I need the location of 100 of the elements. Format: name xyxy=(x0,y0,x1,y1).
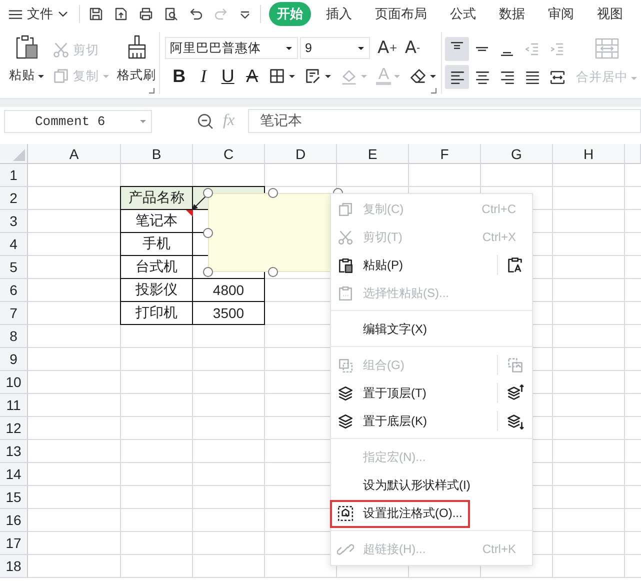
row-header[interactable]: 4 xyxy=(0,233,28,256)
menu-item[interactable]: 设置批注格式(O)... xyxy=(331,499,532,527)
file-menu[interactable]: 文件 xyxy=(6,2,71,26)
column-header[interactable]: C xyxy=(193,144,265,164)
indent-icon xyxy=(549,41,565,57)
row-header[interactable]: 18 xyxy=(0,555,28,578)
ribbon-tab[interactable]: 审阅 xyxy=(540,2,582,26)
align-left-button[interactable] xyxy=(445,65,469,89)
row-header[interactable]: 7 xyxy=(0,302,28,325)
caret-icon xyxy=(357,45,365,51)
name-box[interactable]: Comment 6 xyxy=(4,110,152,132)
column-header[interactable]: D xyxy=(265,144,337,164)
caret-icon xyxy=(285,45,293,51)
paste-button[interactable]: 粘贴 xyxy=(6,32,48,94)
cell-style-icon xyxy=(304,67,322,85)
copy-icon xyxy=(337,200,354,218)
dialog-launcher-icon[interactable] xyxy=(148,87,155,94)
comment-format-icon xyxy=(337,504,354,522)
row-header[interactable]: 17 xyxy=(0,532,28,555)
underline-button[interactable]: U xyxy=(216,64,240,88)
ribbon-tab[interactable]: 数据 xyxy=(491,2,533,26)
shortcut-text: Ctrl+X xyxy=(482,229,516,246)
row-header[interactable]: 11 xyxy=(0,394,28,417)
column-header[interactable]: B xyxy=(121,144,193,164)
column-header[interactable]: A xyxy=(28,144,121,164)
caret-icon xyxy=(392,73,401,79)
caret-icon xyxy=(288,73,296,79)
menu-item[interactable]: 编辑文字(X) xyxy=(331,315,532,343)
row-header[interactable]: 13 xyxy=(0,440,28,463)
save-icon[interactable] xyxy=(88,6,104,22)
grow-font-button[interactable]: A$^{+}$ xyxy=(375,36,400,60)
column-header[interactable]: H xyxy=(553,144,625,164)
table-cell: 手机 xyxy=(120,233,193,256)
row-header[interactable]: 6 xyxy=(0,279,28,302)
print-icon[interactable] xyxy=(138,6,154,22)
table-cell: 打印机 xyxy=(120,302,193,325)
paste-text-icon[interactable] xyxy=(506,256,524,274)
italic-button[interactable]: I xyxy=(191,64,216,88)
layers-icon xyxy=(337,412,354,430)
caret-icon xyxy=(428,73,437,79)
format-painter-button[interactable]: 格式刷 xyxy=(114,32,159,94)
align-top-button[interactable] xyxy=(445,37,469,61)
distribute-icon xyxy=(548,68,566,86)
menu-item[interactable]: 置于底层(K) xyxy=(331,407,532,435)
shrink-font-button[interactable]: A$^{-}$ xyxy=(400,36,425,60)
row-header[interactable]: 10 xyxy=(0,371,28,394)
align-left-icon xyxy=(448,68,466,86)
ribbon-tab[interactable]: 页面布局 xyxy=(367,2,435,26)
align-top-icon xyxy=(451,42,463,48)
strikethrough-button[interactable]: A xyxy=(240,64,264,88)
caret-icon xyxy=(102,73,110,79)
row-header[interactable]: 8 xyxy=(0,325,28,348)
zoom-icon[interactable] xyxy=(197,112,214,130)
scissors-icon xyxy=(52,41,70,59)
undo-icon[interactable] xyxy=(188,6,204,22)
caret-icon xyxy=(139,118,147,124)
borders-icon xyxy=(268,67,286,85)
row-header[interactable]: 9 xyxy=(0,348,28,371)
group-icon xyxy=(337,356,354,374)
row-header[interactable]: 14 xyxy=(0,463,28,486)
font-name-dropdown[interactable]: 阿里巴巴普惠体 xyxy=(165,37,298,59)
shortcut-text: Ctrl+C xyxy=(482,201,516,218)
bring-to-front-icon[interactable] xyxy=(506,384,524,402)
table-cell: 3500 xyxy=(193,302,265,325)
ribbon-tab[interactable]: 插入 xyxy=(318,2,360,26)
row-header[interactable]: 1 xyxy=(0,164,28,187)
column-header[interactable]: E xyxy=(337,144,409,164)
font-size-dropdown[interactable]: 9 xyxy=(300,37,370,59)
row-header[interactable]: 16 xyxy=(0,509,28,532)
column-header[interactable]: F xyxy=(409,144,481,164)
menu-item[interactable]: 置于顶层(T) xyxy=(331,379,532,407)
preview-icon[interactable] xyxy=(163,6,179,22)
document-arrow-icon[interactable] xyxy=(113,6,129,22)
caret-icon xyxy=(630,74,638,80)
table-cell: 产品名称 xyxy=(120,186,193,210)
menu-item[interactable]: 粘贴(P) xyxy=(331,251,532,279)
row-header[interactable]: 15 xyxy=(0,486,28,509)
row-header[interactable]: 3 xyxy=(0,210,28,233)
layers-icon xyxy=(337,384,354,402)
send-to-back-icon[interactable] xyxy=(506,412,524,430)
ribbon-tab[interactable]: 视图 xyxy=(589,2,631,26)
copy-icon xyxy=(52,67,70,85)
column-header[interactable]: G xyxy=(481,144,553,164)
menu-item[interactable]: 设为默认形状样式(I) xyxy=(331,471,532,499)
caret-icon xyxy=(324,73,332,79)
table-cell: 笔记本 xyxy=(120,210,193,233)
align-right-icon xyxy=(498,68,516,86)
align-bottom-icon xyxy=(501,52,513,56)
justify-icon xyxy=(524,68,540,86)
clipboard-icon xyxy=(337,284,354,302)
scissors-icon xyxy=(337,228,354,246)
row-header[interactable]: 12 xyxy=(0,417,28,440)
dialog-launcher-icon[interactable] xyxy=(430,87,437,94)
row-header[interactable]: 2 xyxy=(0,187,28,210)
table-cell: 4800 xyxy=(193,279,265,302)
row-header[interactable]: 5 xyxy=(0,256,28,279)
caret-icon xyxy=(37,72,45,78)
formula-field[interactable]: 笔记本 xyxy=(248,109,641,133)
ribbon-tab[interactable]: 公式 xyxy=(442,2,484,26)
bold-button[interactable]: B xyxy=(167,64,192,88)
